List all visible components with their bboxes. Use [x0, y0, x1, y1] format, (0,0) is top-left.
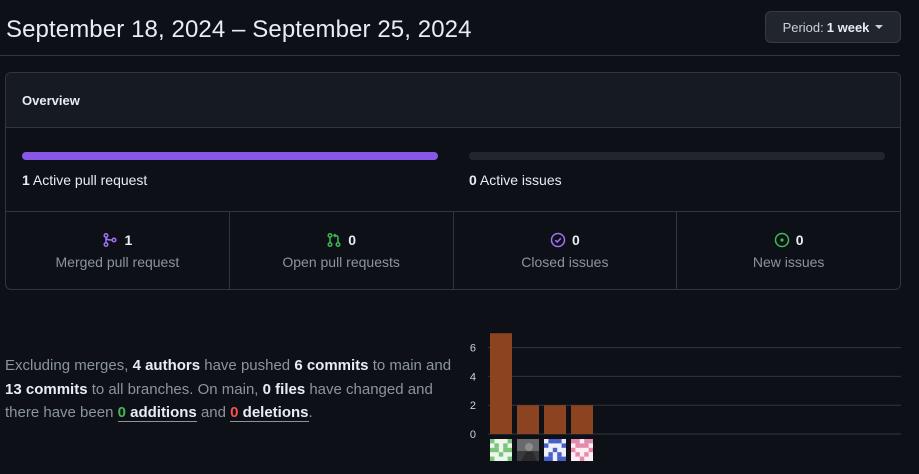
authors-count: 4 authors [132, 357, 201, 374]
chart-bar[interactable] [544, 405, 566, 434]
chart-bar[interactable] [571, 405, 593, 434]
git-pull-request-icon [327, 232, 341, 247]
stat-value: 1 [124, 231, 133, 248]
stat-value: 0 [795, 231, 804, 248]
stat-open-pull-requests[interactable]: 0 Open pull requests [230, 212, 454, 289]
stat-merged-pull-requests[interactable]: 1 Merged pull request [6, 212, 230, 289]
git-merge-icon [103, 232, 118, 247]
active-issues-text: Active issues [479, 172, 562, 188]
page-header: September 18, 2024 – September 25, 2024 … [0, 0, 901, 56]
active-issues-link[interactable]: 0 Active issues [469, 172, 562, 188]
commits-all-count: 13 commits [5, 380, 88, 398]
deletions-count: 0 [230, 404, 239, 421]
chart-y-tick-label: 6 [470, 343, 476, 355]
chart-bar[interactable] [490, 333, 512, 434]
issues-progress-bar [469, 152, 885, 160]
author-avatar[interactable] [544, 439, 566, 461]
overview-title: Overview [6, 73, 900, 128]
stat-new-issues[interactable]: 0 New issues [677, 212, 900, 289]
summary-text: have pushed [200, 357, 295, 374]
caret-down-icon [875, 25, 884, 29]
pull-request-progress-fill [22, 152, 438, 160]
chart-y-tick-label: 4 [470, 371, 476, 383]
stat-value: 0 [571, 231, 580, 248]
additions-link[interactable]: 0 additions [117, 404, 197, 422]
active-issues-count: 0 [469, 172, 477, 188]
stat-value: 0 [348, 231, 357, 248]
deletions-link[interactable]: 0 deletions [230, 404, 309, 422]
issue-opened-icon [774, 232, 789, 247]
stats-row: 1 Merged pull request 0 Open pull reques… [6, 212, 900, 289]
commit-summary: Excluding merges, 4 authors have pushed … [5, 354, 455, 425]
overview-panel: Overview 1 Active pull request 0 Active … [5, 72, 901, 290]
summary-text: . [308, 404, 313, 421]
author-avatar[interactable] [571, 439, 593, 461]
summary-text: to all branches. On main, [87, 380, 263, 398]
stat-label: Closed issues [521, 253, 609, 270]
active-pull-requests-link[interactable]: 1 Active pull request [22, 172, 147, 188]
author-avatar[interactable] [517, 439, 539, 461]
period-prefix: Period: [782, 19, 824, 35]
page-title: September 18, 2024 – September 25, 2024 [6, 16, 472, 43]
activity-bars: 1 Active pull request 0 Active issues [6, 128, 900, 212]
issue-closed-icon [550, 232, 566, 247]
period-value: 1 week [826, 19, 870, 35]
period-dropdown-button[interactable]: Period: 1 week [765, 11, 901, 43]
files-changed-count: 0 files [262, 380, 306, 398]
commits-main-count: 6 commits [294, 357, 369, 374]
additions-count: 0 [117, 404, 126, 421]
chart-y-tick-label: 0 [470, 429, 476, 441]
commits-by-author-chart: 0 2 4 6 [460, 330, 910, 470]
identicon-pink [571, 439, 593, 461]
stat-label: Open pull requests [282, 253, 400, 270]
chart-bar[interactable] [517, 405, 539, 434]
stat-label: Merged pull request [55, 253, 180, 270]
stat-label: New issues [752, 253, 825, 270]
summary-text: Excluding merges, [5, 357, 133, 374]
active-pull-requests-count: 1 [22, 172, 30, 188]
user-photo-avatar [517, 439, 539, 461]
author-avatar[interactable] [490, 439, 512, 461]
chart-y-tick-label: 2 [470, 400, 476, 412]
deletions-label: deletions [238, 404, 309, 421]
additions-label: additions [125, 404, 197, 421]
identicon-green [490, 439, 512, 461]
pull-request-progress-bar [22, 152, 438, 160]
identicon-blue [544, 439, 566, 461]
summary-text: to main and [368, 357, 452, 374]
active-pull-requests-text: Active pull request [32, 172, 148, 188]
summary-text: and [196, 404, 231, 421]
stat-closed-issues[interactable]: 0 Closed issues [454, 212, 678, 289]
